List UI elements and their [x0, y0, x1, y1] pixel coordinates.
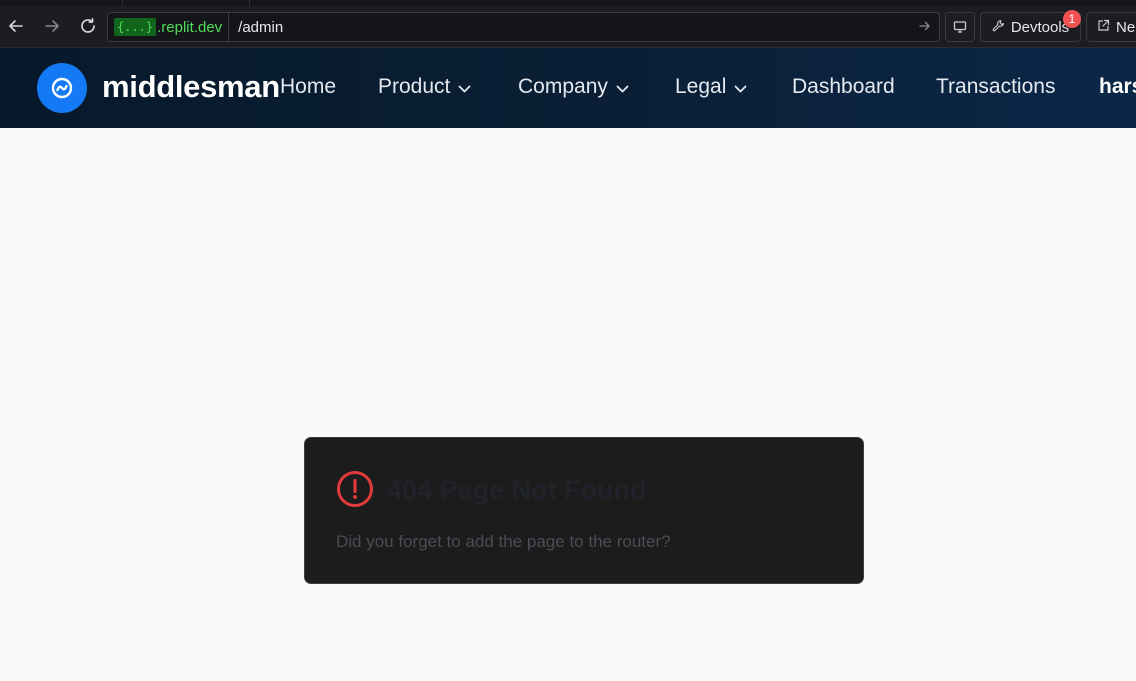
url-badge: {...} — [114, 18, 157, 36]
brand-name[interactable]: middlesman — [102, 69, 280, 105]
chevron-down-icon — [616, 75, 629, 99]
reload-icon — [81, 17, 95, 33]
url-path-input[interactable]: /admin — [238, 19, 919, 36]
screen-icon — [953, 21, 967, 33]
nav-legal[interactable]: Legal — [675, 75, 747, 99]
external-link-icon — [1097, 19, 1110, 35]
error-title: 404 Page Not Found — [387, 475, 647, 505]
nav-home[interactable]: Home — [280, 75, 336, 99]
back-button[interactable] — [4, 14, 28, 38]
infinity-logo-icon — [51, 77, 73, 99]
nav-legal-label: Legal — [675, 75, 727, 98]
go-arrow-icon[interactable] — [919, 19, 931, 35]
nav-company[interactable]: Company — [518, 75, 629, 99]
url-host: .replit.dev — [157, 18, 223, 36]
app-header: middlesman Home Product Company Legal Da… — [0, 48, 1136, 128]
nav-transactions[interactable]: Transactions — [936, 75, 1055, 99]
forward-arrow-icon — [45, 20, 59, 32]
browser-toolbar: {...} .replit.dev /admin Devtools 1 Ne — [0, 0, 1136, 48]
wrench-icon — [992, 19, 1005, 35]
devtools-label: Devtools — [1010, 18, 1070, 36]
error-description: Did you forget to add the page to the ro… — [336, 532, 671, 551]
nav-user-menu[interactable]: hars — [1099, 75, 1136, 99]
chevron-down-icon — [458, 75, 471, 99]
new-tab-label: Ne — [1116, 18, 1136, 36]
nav-company-label: Company — [518, 75, 608, 98]
url-bar[interactable]: {...} .replit.dev /admin — [107, 12, 940, 42]
error-card: 404 Page Not Found Did you forget to add… — [304, 437, 864, 584]
url-domain: {...} .replit.dev — [108, 13, 230, 41]
devtools-count-badge: 1 — [1063, 10, 1081, 28]
logo[interactable] — [37, 63, 87, 113]
nav-dashboard[interactable]: Dashboard — [792, 75, 895, 99]
tab-strip — [0, 0, 1136, 6]
alert-circle-icon — [337, 471, 373, 507]
screen-button[interactable] — [945, 12, 975, 42]
reload-button[interactable] — [76, 14, 100, 38]
forward-button[interactable] — [40, 14, 64, 38]
nav-product[interactable]: Product — [378, 75, 471, 99]
back-arrow-icon — [9, 20, 23, 32]
nav-product-label: Product — [378, 75, 451, 98]
new-tab-button[interactable]: Ne — [1086, 12, 1136, 42]
chevron-down-icon — [734, 75, 747, 99]
browser-tab[interactable] — [122, 0, 250, 6]
